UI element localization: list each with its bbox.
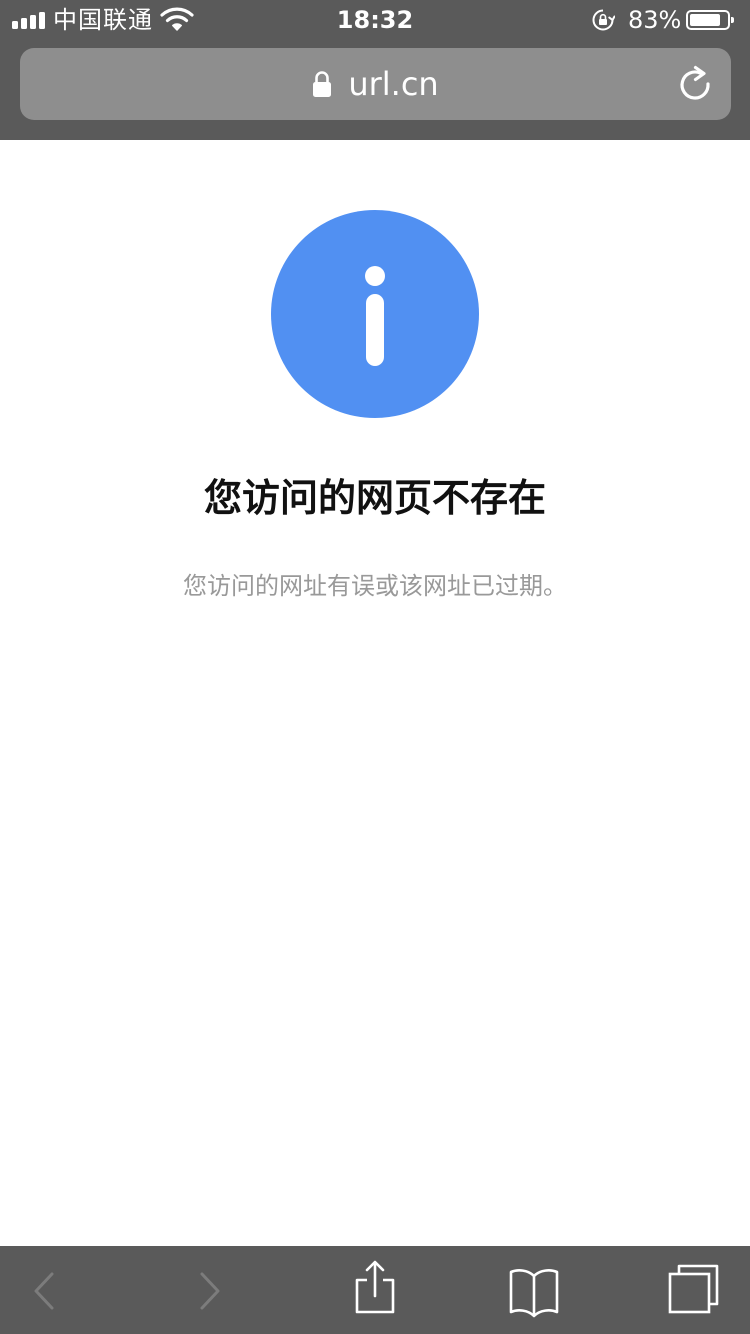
browser-top-chrome: 中国联通 18:32 83% url.cn <box>0 0 750 140</box>
battery-level-fill <box>690 14 720 26</box>
reload-icon <box>680 65 710 100</box>
tabs-icon <box>668 1264 719 1314</box>
info-icon <box>271 210 479 418</box>
address-bar[interactable]: url.cn <box>20 48 731 120</box>
browser-toolbar <box>0 1246 750 1334</box>
bookmarks-button[interactable] <box>506 1246 562 1334</box>
tabs-button[interactable] <box>666 1246 722 1334</box>
book-icon <box>509 1269 559 1318</box>
back-button[interactable] <box>24 1246 64 1334</box>
lock-icon <box>312 70 332 98</box>
chevron-right-icon <box>200 1272 220 1310</box>
battery-icon <box>686 10 734 30</box>
chevron-left-icon <box>34 1272 54 1310</box>
reload-button[interactable] <box>675 64 715 104</box>
url-display[interactable]: url.cn <box>20 48 731 120</box>
rotation-lock-icon <box>591 8 616 38</box>
status-bar: 中国联通 18:32 83% <box>0 0 750 40</box>
battery-percentage: 83% <box>628 6 682 34</box>
error-message: 您访问的网址有误或该网址已过期。 <box>183 572 567 600</box>
share-icon <box>355 1260 395 1314</box>
forward-button[interactable] <box>190 1246 230 1334</box>
page-title: 您访问的网页不存在 <box>203 476 546 520</box>
screen: 中国联通 18:32 83% url.cn 您访问的网页不存在 您访问的网址有误… <box>0 0 750 1334</box>
share-button[interactable] <box>350 1246 400 1334</box>
url-text: url.cn <box>348 65 439 103</box>
